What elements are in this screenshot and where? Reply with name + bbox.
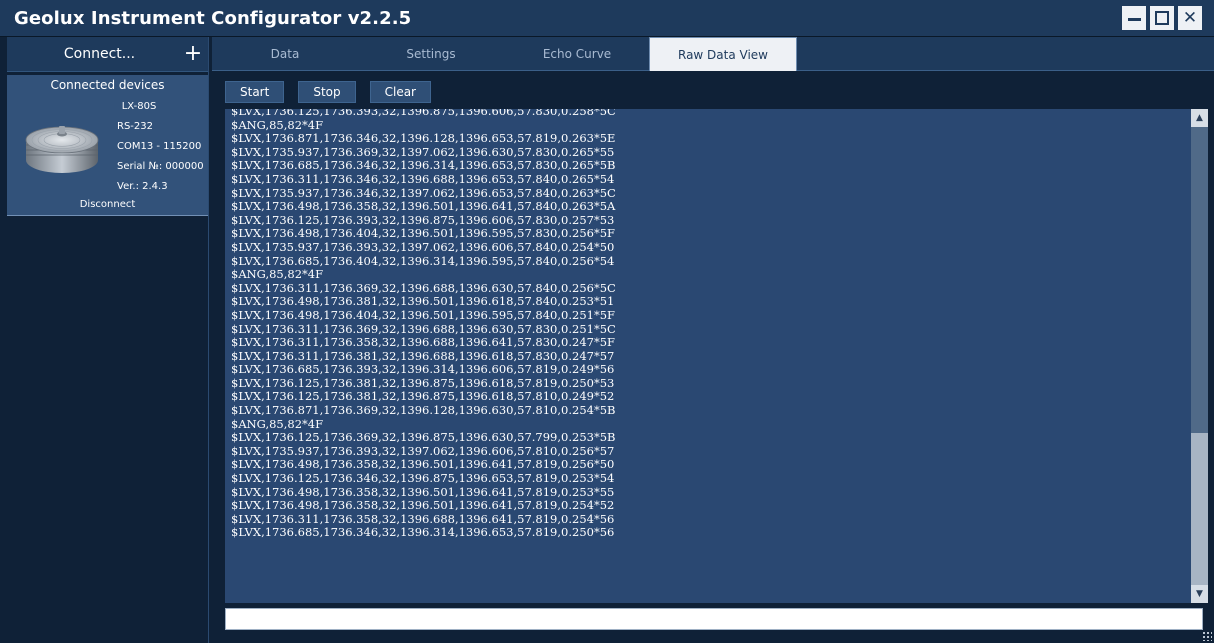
log-line: $ANG,85,82*4F: [231, 416, 324, 431]
log-line: $LVX,1735.937,1736.393,32,1397.062,1396.…: [231, 239, 615, 254]
log-line: $LVX,1735.937,1736.393,32,1397.062,1396.…: [231, 443, 615, 458]
log-line: $LVX,1736.685,1736.346,32,1396.314,1396.…: [231, 158, 616, 173]
log-line: $LVX,1736.498,1736.358,32,1396.501,1396.…: [231, 484, 615, 499]
connected-device-card[interactable]: Connected devices LX-80S RS-232 COM13 - …: [7, 75, 208, 216]
start-button[interactable]: Start: [225, 81, 285, 103]
log-line: $LVX,1736.871,1736.346,32,1396.128,1396.…: [231, 131, 616, 146]
tab-settings[interactable]: Settings: [358, 37, 504, 70]
device-serial: Serial №: 000000: [117, 161, 204, 172]
scroll-down-icon[interactable]: ▼: [1191, 585, 1208, 603]
raw-data-panel: Start Stop Clear $LVX,1736.125,1736.393,…: [212, 71, 1214, 643]
log-line: $LVX,1736.498,1736.358,32,1396.501,1396.…: [231, 199, 616, 214]
close-icon[interactable]: ✕: [1178, 6, 1202, 30]
log-line: $LVX,1736.685,1736.393,32,1396.314,1396.…: [231, 362, 615, 377]
log-line: $LVX,1736.125,1736.381,32,1396.875,1396.…: [231, 375, 615, 390]
log-line: $LVX,1736.685,1736.404,32,1396.314,1396.…: [231, 253, 615, 268]
sidebar: Connect... + Connected devices LX-80S RS…: [7, 37, 209, 643]
window-title: Geolux Instrument Configurator v2.2.5: [14, 7, 412, 29]
minimize-icon[interactable]: [1122, 6, 1146, 30]
window-controls: ✕: [1122, 6, 1202, 30]
disconnect-button[interactable]: Disconnect: [7, 199, 208, 210]
log-toolbar: Start Stop Clear: [225, 81, 431, 103]
log-scrollbar[interactable]: ▲ ▼: [1191, 109, 1208, 603]
log-line: $LVX,1736.125,1736.369,32,1396.875,1396.…: [231, 430, 616, 445]
device-interface: RS-232: [117, 121, 153, 132]
maximize-icon[interactable]: [1150, 6, 1174, 30]
resize-grip-icon[interactable]: [1202, 631, 1212, 641]
tab-raw-data-view[interactable]: Raw Data View: [649, 37, 797, 71]
device-info: LX-80S RS-232 COM13 - 115200 Serial №: 0…: [117, 97, 207, 197]
log-line: $LVX,1736.311,1736.381,32,1396.688,1396.…: [231, 348, 615, 363]
log-line: $ANG,85,82*4F: [231, 117, 324, 132]
log-line: $LVX,1736.311,1736.358,32,1396.688,1396.…: [231, 511, 615, 526]
log-line: $LVX,1736.311,1736.369,32,1396.688,1396.…: [231, 321, 616, 336]
scrollbar-thumb[interactable]: [1191, 127, 1208, 433]
log-line: $LVX,1736.311,1736.346,32,1396.688,1396.…: [231, 171, 615, 186]
raw-data-log[interactable]: $LVX,1736.125,1736.393,32,1396.875,1396.…: [225, 109, 1191, 603]
log-line: $ANG,85,82*4F: [231, 267, 324, 282]
log-line: $LVX,1736.685,1736.346,32,1396.314,1396.…: [231, 525, 615, 540]
clear-button[interactable]: Clear: [369, 81, 431, 103]
stop-button[interactable]: Stop: [298, 81, 356, 103]
connect-button[interactable]: Connect... +: [7, 37, 208, 72]
connected-devices-header: Connected devices: [50, 78, 165, 92]
log-line: $LVX,1736.311,1736.358,32,1396.688,1396.…: [231, 335, 615, 350]
tab-data[interactable]: Data: [212, 37, 358, 70]
tab-echo-curve[interactable]: Echo Curve: [504, 37, 650, 70]
connect-label: Connect...: [63, 46, 136, 62]
log-line: $LVX,1736.498,1736.358,32,1396.501,1396.…: [231, 498, 615, 513]
command-input[interactable]: [225, 608, 1203, 630]
device-port: COM13 - 115200: [117, 141, 202, 152]
log-line: $LVX,1735.937,1736.369,32,1397.062,1396.…: [231, 144, 615, 159]
log-line: $LVX,1736.125,1736.393,32,1396.875,1396.…: [231, 212, 615, 227]
log-line: $LVX,1736.498,1736.404,32,1396.501,1396.…: [231, 307, 615, 322]
log-line: $LVX,1736.498,1736.358,32,1396.501,1396.…: [231, 457, 615, 472]
title-bar: Geolux Instrument Configurator v2.2.5 ✕: [0, 0, 1214, 37]
log-lines: $LVX,1736.125,1736.393,32,1396.875,1396.…: [231, 109, 616, 540]
plus-icon[interactable]: +: [178, 43, 208, 65]
log-line: $LVX,1736.311,1736.369,32,1396.688,1396.…: [231, 280, 616, 295]
tab-bar: Data Settings Echo Curve Raw Data View: [212, 37, 1214, 71]
log-line: $LVX,1736.125,1736.381,32,1396.875,1396.…: [231, 389, 615, 404]
log-line: $LVX,1736.498,1736.381,32,1396.501,1396.…: [231, 294, 615, 309]
device-version: Ver.: 2.4.3: [117, 181, 168, 192]
log-line: $LVX,1736.125,1736.346,32,1396.875,1396.…: [231, 471, 615, 486]
log-line: $LVX,1736.871,1736.369,32,1396.128,1396.…: [231, 403, 616, 418]
log-line: $LVX,1735.937,1736.346,32,1397.062,1396.…: [231, 185, 616, 200]
radar-sensor-icon: [25, 126, 99, 173]
log-line: $LVX,1736.498,1736.404,32,1396.501,1396.…: [231, 226, 615, 241]
device-model: LX-80S: [121, 101, 157, 112]
scroll-up-icon[interactable]: ▲: [1191, 109, 1208, 127]
